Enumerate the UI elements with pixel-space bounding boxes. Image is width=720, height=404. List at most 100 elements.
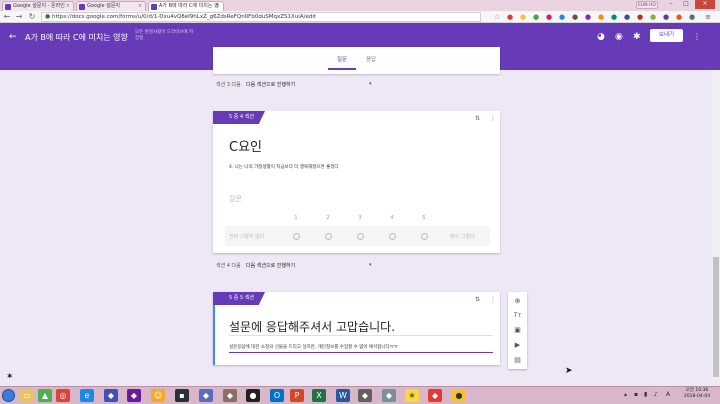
browser-tab[interactable]: Google 설문지 × — [76, 1, 146, 11]
excel-icon[interactable]: X — [312, 389, 326, 402]
section-description[interactable]: 설문응답에 대한 소정의 선물을 드리고 싶지만, 개인정보를 수집할 수 없어… — [229, 344, 398, 350]
app-icon[interactable]: ◆ — [358, 389, 372, 402]
browser-tab[interactable]: Google 설문지 - 온라인 × — [2, 1, 74, 11]
tab-responses[interactable]: 응답 — [366, 55, 376, 63]
extension-icon[interactable]: ● — [636, 13, 644, 21]
file-explorer-icon[interactable]: ▭ — [20, 389, 34, 402]
app-icon[interactable]: ◆ — [428, 389, 442, 402]
extension-icon[interactable]: ● — [649, 13, 657, 21]
taskbar-clock[interactable]: 오전 10:36 2018-04-04 — [679, 388, 715, 400]
preview-eye-icon[interactable]: ◉ — [615, 32, 623, 42]
bookmark-star-icon[interactable]: ☆ — [493, 13, 501, 21]
address-bar[interactable]: ● https://docs.google.com/forms/u/0/d/1-… — [41, 12, 481, 22]
settings-gear-icon[interactable]: ✱ — [633, 32, 641, 42]
after-section-dropdown[interactable]: 다음 섹션으로 진행하기 — [246, 262, 295, 269]
question-title-field[interactable]: 질문 — [229, 194, 242, 204]
app-icon[interactable]: ☺ — [151, 389, 165, 402]
collapse-icon[interactable]: ⇅ — [475, 296, 480, 303]
extension-icon[interactable]: ● — [532, 13, 540, 21]
more-vert-icon[interactable]: ⋮ — [693, 32, 701, 41]
window-close-icon[interactable]: × — [695, 0, 715, 9]
add-title-icon[interactable]: Tт — [508, 309, 527, 323]
scale-radio[interactable] — [325, 233, 332, 240]
back-arrow-icon[interactable]: ← — [2, 12, 12, 22]
tray-volume-icon[interactable]: ♪ — [654, 391, 658, 398]
extension-icon[interactable]: ● — [506, 13, 514, 21]
extension-icon[interactable]: ● — [623, 13, 631, 21]
close-icon[interactable]: × — [216, 2, 220, 11]
app-icon[interactable]: ◆ — [104, 389, 118, 402]
maximize-icon[interactable]: □ — [679, 0, 693, 9]
section-title[interactable]: 설문에 응답해주셔서 고맙습니다. — [229, 318, 395, 335]
section-tag: 5 중 4 섹션 — [213, 111, 265, 124]
extension-icon[interactable]: ● — [558, 13, 566, 21]
extension-icon[interactable]: ● — [584, 13, 592, 21]
scale-low-label: 전혀 그렇지 않다 — [229, 234, 265, 240]
app-icon[interactable]: ◆ — [199, 389, 213, 402]
send-button[interactable]: 보내기 — [650, 29, 683, 42]
app-icon[interactable]: ● — [246, 389, 260, 402]
collapse-icon[interactable]: ⇅ — [475, 115, 480, 122]
palette-icon[interactable]: ◕ — [597, 32, 605, 42]
forward-arrow-icon[interactable]: → — [14, 12, 24, 22]
tray-arrow-icon[interactable]: ▴ — [624, 391, 627, 398]
start-button[interactable] — [2, 389, 15, 402]
app-icon[interactable]: ◆ — [223, 389, 237, 402]
scale-radio[interactable] — [293, 233, 300, 240]
extension-icon[interactable]: ● — [662, 13, 670, 21]
browser-tab-active[interactable]: A가 B에 따라 C에 미치는 영 × — [148, 1, 224, 11]
scale-radio[interactable] — [421, 233, 428, 240]
drive-icon[interactable]: ▲ — [38, 389, 52, 402]
powerpoint-icon[interactable]: P — [290, 389, 304, 402]
menu-icon[interactable]: ≡ — [704, 13, 712, 21]
form-title[interactable]: A가 B에 따라 C에 미치는 영향 — [25, 32, 128, 43]
add-question-icon[interactable]: ⊕ — [508, 294, 527, 308]
app-icon[interactable]: ◆ — [382, 389, 396, 402]
section-description[interactable]: 4. 나는 나의 가정생활이 지금보다 더 행복해졌으면 좋겠다 — [229, 164, 339, 170]
close-icon[interactable]: × — [66, 2, 70, 11]
scale-number: 2 — [326, 215, 330, 221]
tab-questions[interactable]: 질문 — [337, 55, 347, 63]
tray-app-icon[interactable]: ▪ — [634, 391, 638, 398]
scale-radio[interactable] — [357, 233, 364, 240]
extension-icon[interactable]: ● — [610, 13, 618, 21]
tray-network-icon[interactable]: ▮ — [644, 391, 647, 398]
app-icon[interactable]: ◆ — [127, 389, 141, 402]
chrome-icon[interactable]: ◎ — [56, 389, 70, 402]
kakaotalk-icon[interactable]: ● — [452, 389, 466, 402]
add-image-icon[interactable]: ▣ — [508, 323, 527, 337]
extension-icon[interactable]: ● — [519, 13, 527, 21]
add-video-icon[interactable]: ▶ — [508, 338, 527, 352]
focus-indicator — [213, 305, 215, 365]
outlook-icon[interactable]: O — [270, 389, 284, 402]
extension-icon[interactable]: ● — [597, 13, 605, 21]
clock-date: 2018-04-04 — [683, 394, 711, 399]
extension-icon[interactable]: ● — [571, 13, 579, 21]
word-icon[interactable]: W — [336, 389, 350, 402]
extension-icon[interactable]: ● — [688, 13, 696, 21]
dropdown-arrow-icon[interactable]: ▾ — [369, 262, 372, 268]
minimize-icon[interactable]: – — [664, 0, 678, 9]
profile-chip[interactable]: EUN HO — [636, 1, 658, 9]
more-vert-icon[interactable]: ⋮ — [490, 296, 496, 303]
extension-icon[interactable]: ● — [675, 13, 683, 21]
tray-ime-icon[interactable]: A — [666, 391, 670, 398]
page-scrollbar[interactable] — [712, 70, 720, 380]
dropdown-arrow-icon[interactable]: ▾ — [369, 81, 372, 87]
browser-toolbar: ← → ↻ ● https://docs.google.com/forms/u/… — [0, 11, 720, 23]
section-title[interactable]: C요인 — [229, 136, 262, 155]
reload-icon[interactable]: ↻ — [27, 12, 37, 22]
more-vert-icon[interactable]: ⋮ — [490, 115, 496, 122]
ie-icon[interactable]: e — [80, 389, 94, 402]
back-arrow-icon[interactable]: ← — [9, 32, 17, 42]
scale-radio[interactable] — [389, 233, 396, 240]
star-app-icon[interactable]: ★ — [405, 389, 419, 402]
close-icon[interactable]: × — [138, 2, 142, 11]
section-card[interactable]: 5 중 5 섹션 ⇅ ⋮ 설문에 응답해주셔서 고맙습니다. 설문응답에 대한 … — [213, 292, 500, 365]
add-section-icon[interactable]: ▤ — [508, 353, 527, 367]
after-section-dropdown[interactable]: 다음 섹션으로 진행하기 — [246, 81, 295, 88]
extension-icon[interactable]: ● — [545, 13, 553, 21]
app-icon[interactable]: ▪ — [175, 389, 189, 402]
scrollbar-thumb[interactable] — [713, 257, 719, 377]
section-card[interactable]: 5 중 4 섹션 ⇅ ⋮ C요인 4. 나는 나의 가정생활이 지금보다 더 행… — [213, 111, 500, 253]
